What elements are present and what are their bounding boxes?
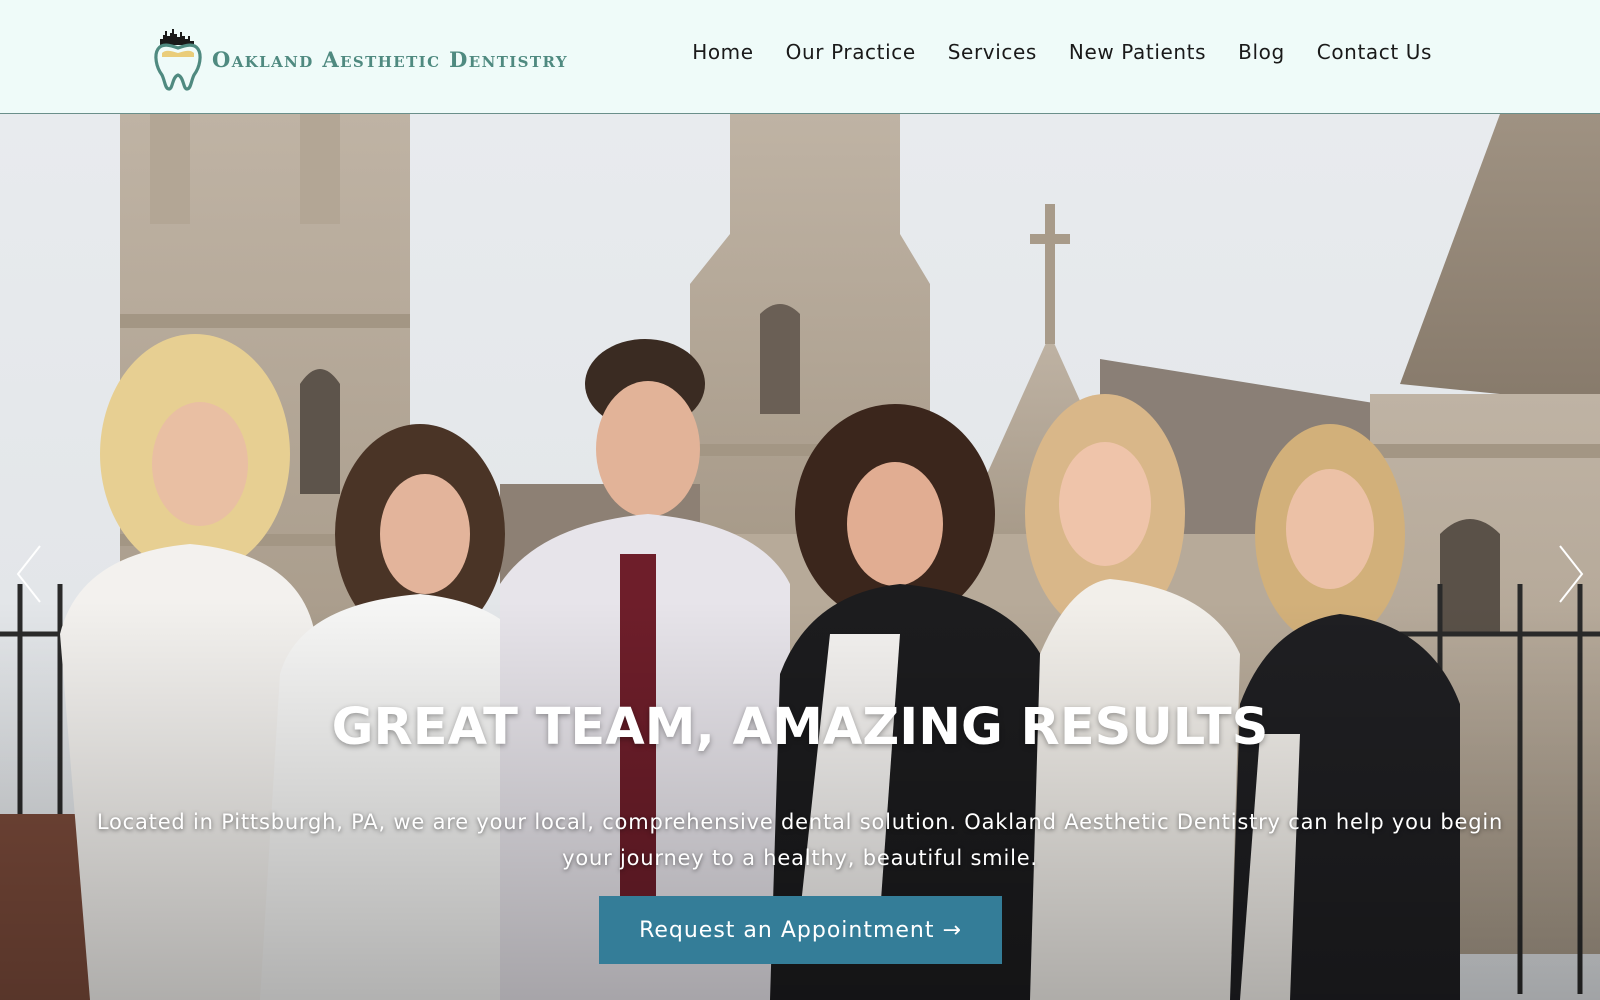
nav-our-practice[interactable]: Our Practice (786, 40, 916, 64)
chevron-right-icon (1559, 545, 1584, 603)
slider-next-button[interactable] (1554, 542, 1586, 606)
site-logo[interactable]: Oakland Aesthetic Dentistry (150, 26, 568, 92)
slider-prev-button[interactable] (14, 542, 46, 606)
hero-title: GREAT TEAM, AMAZING RESULTS (331, 698, 1269, 757)
nav-home[interactable]: Home (692, 40, 753, 64)
hero-subtitle: Located in Pittsburgh, PA, we are your l… (96, 810, 1504, 870)
chevron-left-icon (16, 545, 41, 603)
tooth-skyline-icon (154, 29, 202, 91)
nav-blog[interactable]: Blog (1238, 40, 1285, 64)
main-nav: Home Our Practice Services New Patients … (692, 40, 1432, 64)
nav-services[interactable]: Services (948, 40, 1037, 64)
brand-name: Oakland Aesthetic Dentistry (212, 46, 568, 72)
nav-new-patients[interactable]: New Patients (1069, 40, 1206, 64)
site-header: Oakland Aesthetic Dentistry Home Our Pra… (0, 0, 1600, 114)
nav-contact-us[interactable]: Contact Us (1317, 40, 1432, 64)
hero-slider: GREAT TEAM, AMAZING RESULTS Located in P… (0, 114, 1600, 1000)
request-appointment-button[interactable]: Request an Appointment → (599, 896, 1002, 964)
